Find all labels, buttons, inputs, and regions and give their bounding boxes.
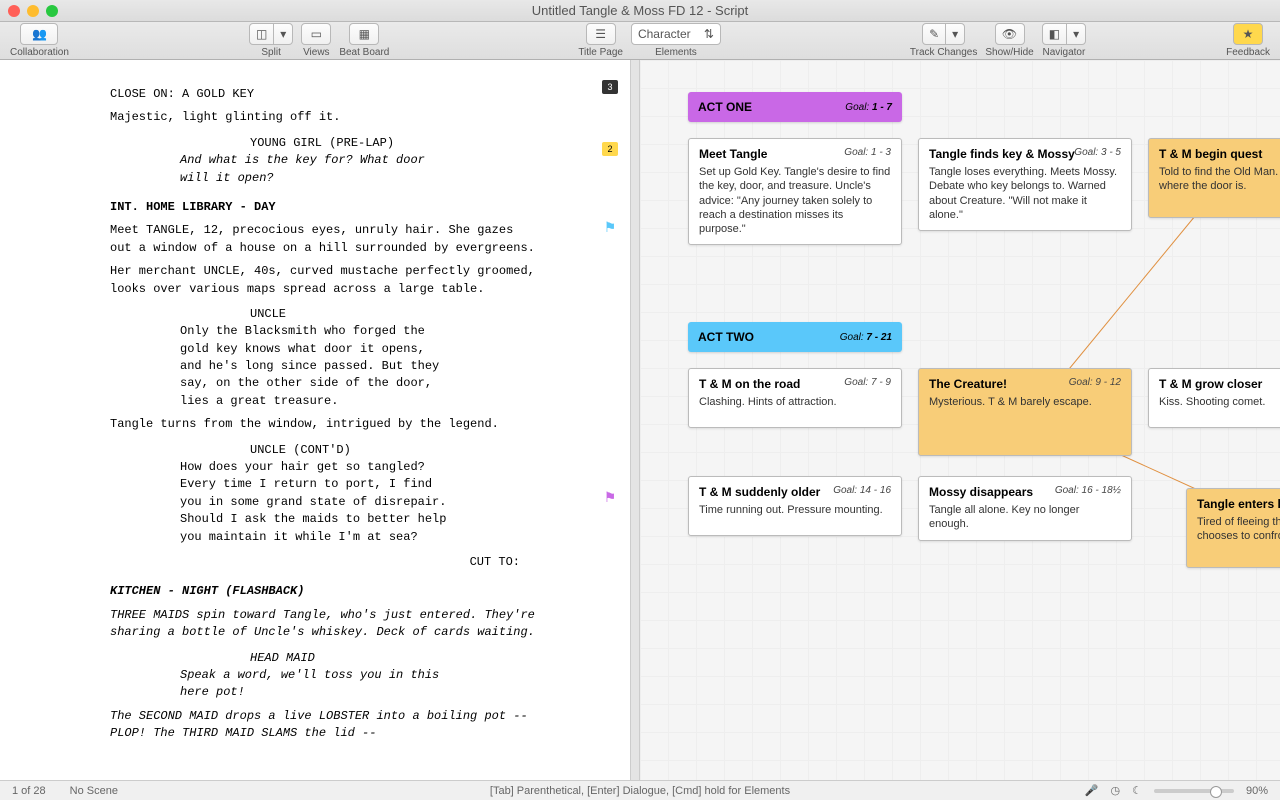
script-line-dlg: Only the Blacksmith who forged the gold …: [180, 323, 450, 410]
navigator-button[interactable]: ◧▾ Navigator: [1042, 23, 1086, 58]
showhide-label: Show/Hide: [985, 47, 1033, 58]
beat-card[interactable]: The Creature!Goal: 9 - 12Mysterious. T &…: [918, 368, 1132, 456]
split-button[interactable]: ◫▾ Split: [249, 23, 293, 58]
feedback-label: Feedback: [1226, 47, 1270, 58]
act-header[interactable]: ACT TWOGoal: 7 - 21: [688, 322, 902, 352]
keyboard-hint: [Tab] Parenthetical, [Enter] Dialogue, […: [490, 785, 790, 797]
beatboard-button[interactable]: ▦ Beat Board: [339, 23, 389, 58]
script-text[interactable]: CLOSE ON: A GOLD KEY Majestic, light glin…: [0, 60, 630, 769]
titlepage-label: Title Page: [578, 47, 623, 58]
script-line-action: THREE MAIDS spin toward Tangle, who's ju…: [110, 607, 540, 642]
script-line-char: YOUNG GIRL (PRE-LAP): [250, 135, 590, 152]
margin-mark[interactable]: ⚑: [602, 220, 618, 234]
views-button[interactable]: ▭ Views: [301, 23, 331, 58]
script-line-dlg: How does your hair get so tangled? Every…: [180, 459, 450, 546]
collaboration-button[interactable]: 👥 Collaboration: [10, 23, 69, 58]
mic-icon[interactable]: 🎤: [1085, 784, 1099, 797]
navigator-label: Navigator: [1043, 47, 1086, 58]
showhide-button[interactable]: 👁 Show/Hide: [985, 23, 1033, 58]
elements-dropdown[interactable]: Character ⇅ Elements: [631, 23, 721, 58]
titlepage-button[interactable]: ☰ Title Page: [578, 23, 623, 58]
elements-label: Elements: [655, 47, 697, 58]
collaboration-label: Collaboration: [10, 47, 69, 58]
beat-card[interactable]: T & M suddenly olderGoal: 14 - 16Time ru…: [688, 476, 902, 536]
trackchanges-label: Track Changes: [910, 47, 977, 58]
main-area: CLOSE ON: A GOLD KEY Majestic, light glin…: [0, 60, 1280, 780]
zoom-slider[interactable]: [1154, 789, 1234, 793]
moon-icon[interactable]: ☾: [1132, 784, 1142, 797]
script-line-trans: CUT TO:: [110, 554, 520, 571]
script-line-action: The SECOND MAID drops a live LOBSTER int…: [110, 708, 540, 743]
window-title: Untitled Tangle & Moss FD 12 - Script: [532, 3, 749, 18]
trackchanges-button[interactable]: ✎▾ Track Changes: [910, 23, 977, 58]
script-line-char: UNCLE: [250, 306, 590, 323]
script-line-char: HEAD MAID: [250, 650, 590, 667]
script-line-char: UNCLE (CONT'D): [250, 442, 590, 459]
clock-icon[interactable]: ◷: [1110, 784, 1120, 797]
minimize-icon[interactable]: [27, 5, 39, 17]
script-line-dlg: And what is the key for? What door will …: [180, 152, 450, 187]
script-line-action: Majestic, light glinting off it.: [110, 109, 540, 126]
beatboard-label: Beat Board: [339, 47, 389, 58]
zoom-level: 90%: [1246, 785, 1268, 797]
scene-indicator: No Scene: [70, 785, 118, 797]
beat-card[interactable]: Tangle finds key & MossyGoal: 3 - 5Tangl…: [918, 138, 1132, 231]
status-bar: 1 of 28 No Scene [Tab] Parenthetical, [E…: [0, 780, 1280, 800]
views-label: Views: [303, 47, 330, 58]
script-line-scene: INT. HOME LIBRARY - DAY: [110, 199, 590, 216]
script-line-dlg: Speak a word, we'll toss you in this her…: [180, 667, 450, 702]
margin-mark[interactable]: ⚑: [602, 490, 618, 504]
beat-card[interactable]: T & M begin questTold to find the Old Ma…: [1148, 138, 1280, 218]
script-line-action: Meet TANGLE, 12, precocious eyes, unruly…: [110, 222, 540, 257]
act-header[interactable]: ACT ONEGoal: 1 - 7: [688, 92, 902, 122]
script-line-action: CLOSE ON: A GOLD KEY: [110, 86, 540, 103]
script-line-action: Her merchant UNCLE, 40s, curved mustache…: [110, 263, 540, 298]
page-indicator: 1 of 28: [12, 785, 46, 797]
maximize-icon[interactable]: [46, 5, 58, 17]
pane-divider[interactable]: [630, 60, 640, 780]
script-line-action: Tangle turns from the window, intrigued …: [110, 416, 540, 433]
beat-card[interactable]: Meet TangleGoal: 1 - 3Set up Gold Key. T…: [688, 138, 902, 245]
beat-board-pane[interactable]: ACT ONEGoal: 1 - 7 ACT TWOGoal: 7 - 21 Mee…: [640, 60, 1280, 780]
toolbar: 👥 Collaboration ◫▾ Split ▭ Views ▦ Beat …: [0, 22, 1280, 60]
beat-card[interactable]: Tangle enters lairTired of fleeing the C…: [1186, 488, 1280, 568]
split-label: Split: [261, 47, 280, 58]
titlebar: Untitled Tangle & Moss FD 12 - Script: [0, 0, 1280, 22]
margin-mark[interactable]: 3: [602, 80, 618, 94]
beat-card[interactable]: T & M grow closerKiss. Shooting comet.: [1148, 368, 1280, 428]
elements-value: Character: [638, 27, 691, 41]
script-line-scene: KITCHEN - NIGHT (FLASHBACK): [110, 583, 590, 600]
chevron-updown-icon: ⇅: [704, 27, 714, 41]
feedback-button[interactable]: ★ Feedback: [1226, 23, 1270, 58]
close-icon[interactable]: [8, 5, 20, 17]
window-controls: [8, 5, 58, 17]
beat-card[interactable]: Mossy disappearsGoal: 16 - 18½Tangle all…: [918, 476, 1132, 541]
script-pane[interactable]: CLOSE ON: A GOLD KEY Majestic, light glin…: [0, 60, 630, 780]
margin-mark[interactable]: 2: [602, 142, 618, 156]
beat-card[interactable]: T & M on the roadGoal: 7 - 9Clashing. Hi…: [688, 368, 902, 428]
